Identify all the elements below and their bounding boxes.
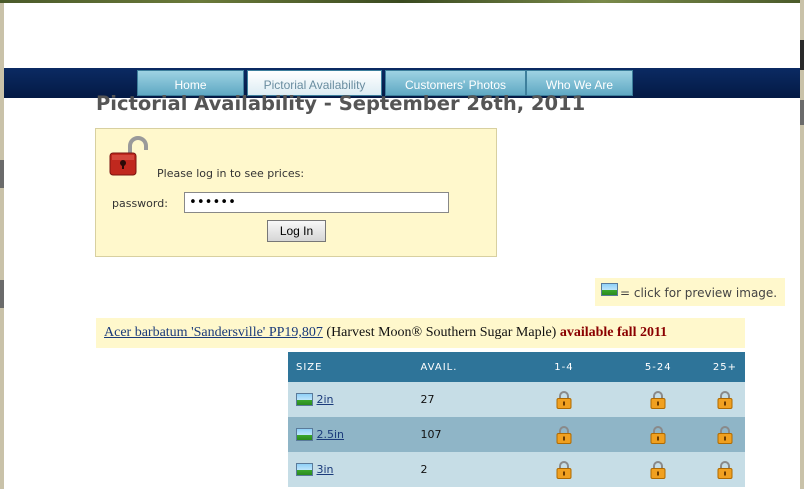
price-cell bbox=[516, 417, 612, 452]
price-cell bbox=[611, 417, 705, 452]
price-cell bbox=[611, 452, 705, 487]
page-title: Pictorial Availability - September 26th,… bbox=[96, 92, 586, 115]
price-cell bbox=[516, 382, 612, 417]
size-cell: 2in bbox=[288, 382, 413, 417]
column-header-price-25plus: 25+ bbox=[704, 352, 745, 382]
password-field[interactable] bbox=[184, 192, 449, 213]
table-row: 2in 27 bbox=[288, 382, 745, 417]
image-preview-icon[interactable] bbox=[296, 428, 313, 442]
price-cell bbox=[704, 417, 745, 452]
login-button[interactable]: Log In bbox=[267, 220, 326, 242]
preview-legend: = click for preview image. bbox=[595, 278, 785, 306]
size-cell: 3in bbox=[288, 452, 413, 487]
availability-table: SIZE AVAIL. 1-4 5-24 25+ 2in 27 2.5in 10… bbox=[288, 352, 745, 487]
product-header: Acer barbatum 'Sandersville' PP19,807 (H… bbox=[96, 318, 745, 348]
padlock-icon bbox=[717, 390, 733, 409]
image-preview-icon[interactable] bbox=[296, 463, 313, 477]
padlock-icon bbox=[556, 460, 572, 479]
right-page-border bbox=[800, 0, 804, 489]
image-preview-icon bbox=[601, 283, 618, 296]
price-cell bbox=[704, 452, 745, 487]
unlocked-padlock-icon bbox=[109, 136, 148, 176]
password-label: password: bbox=[112, 197, 168, 210]
padlock-icon bbox=[650, 460, 666, 479]
table-row: 2.5in 107 bbox=[288, 417, 745, 452]
padlock-icon bbox=[650, 390, 666, 409]
product-common-name: (Harvest Moon® Southern Sugar Maple) bbox=[326, 325, 557, 340]
avail-cell: 27 bbox=[412, 382, 517, 417]
price-cell bbox=[516, 452, 612, 487]
table-row: 3in 2 bbox=[288, 452, 745, 487]
column-header-price-5-24: 5-24 bbox=[611, 352, 705, 382]
price-cell bbox=[611, 382, 705, 417]
size-cell: 2.5in bbox=[288, 417, 413, 452]
size-link[interactable]: 3in bbox=[317, 463, 334, 476]
padlock-icon bbox=[717, 425, 733, 444]
padlock-icon bbox=[717, 460, 733, 479]
padlock-icon bbox=[650, 425, 666, 444]
header-photo-strip bbox=[0, 0, 804, 3]
column-header-size: SIZE bbox=[288, 352, 413, 382]
size-link[interactable]: 2in bbox=[317, 393, 334, 406]
product-name-link[interactable]: Acer barbatum 'Sandersville' PP19,807 bbox=[104, 325, 323, 340]
availability-status: available fall 2011 bbox=[559, 325, 668, 340]
column-header-price-1-4: 1-4 bbox=[516, 352, 612, 382]
padlock-icon bbox=[556, 390, 572, 409]
column-header-avail: AVAIL. bbox=[412, 352, 517, 382]
avail-cell: 2 bbox=[412, 452, 517, 487]
image-preview-icon[interactable] bbox=[296, 393, 313, 407]
price-cell bbox=[704, 382, 745, 417]
size-link[interactable]: 2.5in bbox=[317, 428, 345, 441]
padlock-icon bbox=[556, 425, 572, 444]
login-message: Please log in to see prices: bbox=[157, 167, 305, 180]
legend-text: = click for preview image. bbox=[620, 286, 778, 300]
avail-cell: 107 bbox=[412, 417, 517, 452]
